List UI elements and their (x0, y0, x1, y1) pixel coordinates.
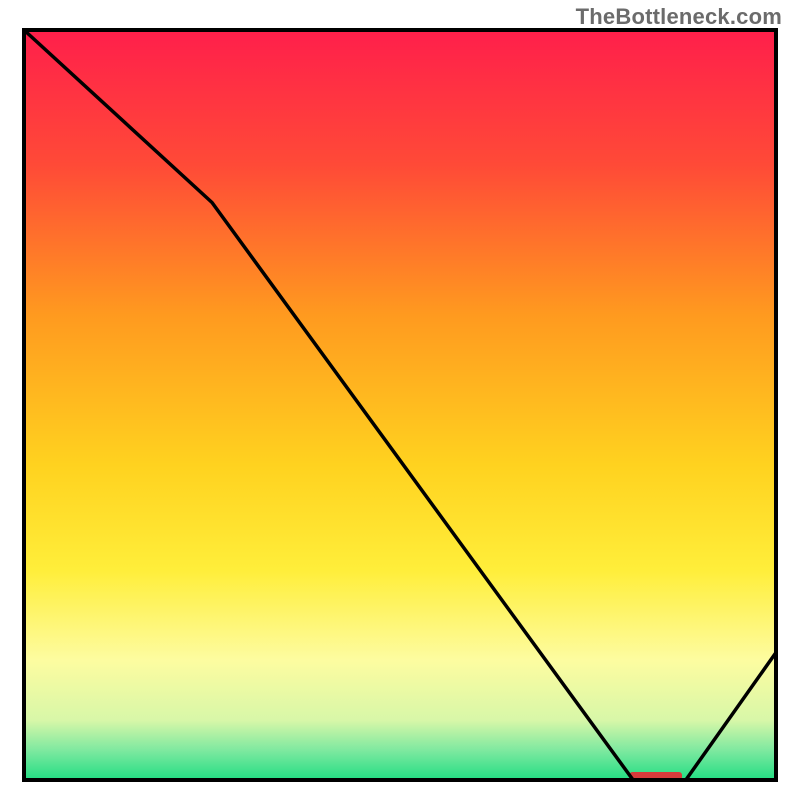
chart-background (24, 30, 776, 780)
chart-canvas (0, 0, 800, 800)
